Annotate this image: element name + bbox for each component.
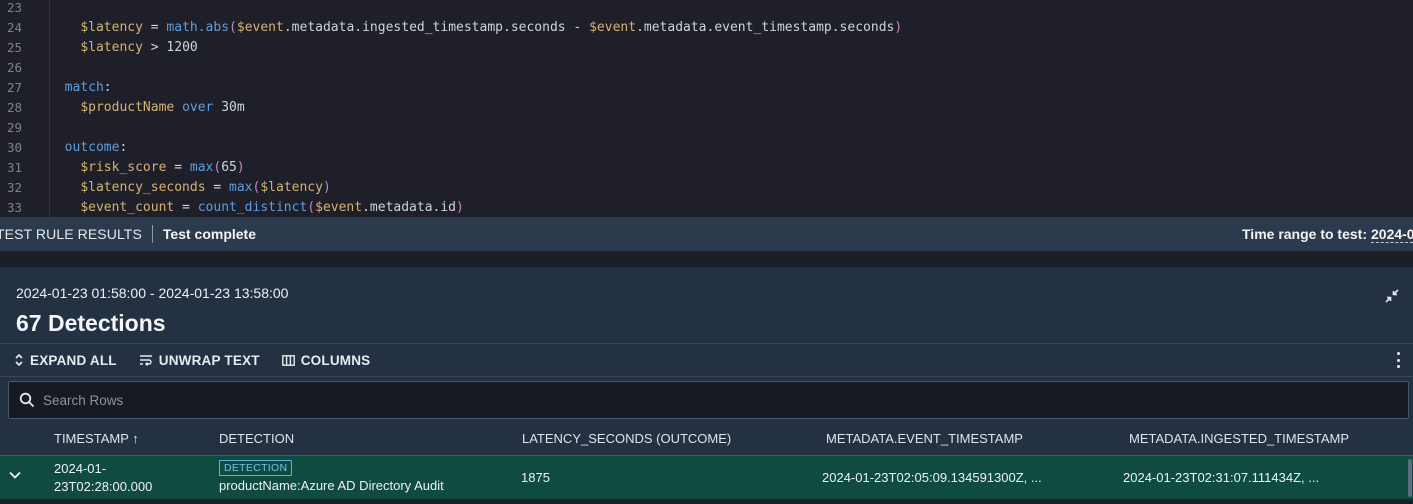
columns-button[interactable]: COLUMNS: [281, 352, 371, 368]
results-toolbar: EXPAND ALL UNWRAP TEXT COLUMNS: [0, 343, 1413, 377]
code-line[interactable]: 26: [0, 58, 1413, 78]
line-number: 27: [7, 80, 23, 95]
code-text: $event_count = count_distinct($event.met…: [80, 200, 464, 215]
test-results-bar: TEST RULE RESULTS Test complete Time ran…: [0, 217, 1413, 251]
timestamp-line-1: 2024-01-: [54, 461, 107, 476]
cell-latency-seconds: 1875: [521, 470, 550, 485]
detections-count-title: 67 Detections: [16, 310, 166, 336]
unwrap-text-label: UNWRAP TEXT: [158, 352, 260, 368]
search-rows-box[interactable]: [8, 381, 1409, 419]
chevron-down-icon[interactable]: [8, 470, 22, 480]
divider: [151, 225, 153, 243]
line-number: 32: [7, 180, 23, 195]
collapse-panel-button[interactable]: [1383, 287, 1401, 305]
table-bottom-edge: [0, 499, 1413, 504]
cell-timestamp: 2024-01- 23T02:28:00.000: [54, 460, 152, 496]
detection-time-range: 2024-01-23 01:58:00 - 2024-01-23 13:58:0…: [16, 285, 289, 301]
cell-ingested-timestamp: 2024-01-23T02:31:07.111434Z, ...: [1123, 470, 1320, 485]
cell-event-timestamp: 2024-01-23T02:05:09.134591300Z, ...: [822, 470, 1042, 485]
code-text: $latency_seconds = max($latency): [80, 180, 331, 195]
line-number: 28: [7, 100, 23, 115]
timestamp-line-2: 23T02:28:00.000: [54, 479, 153, 494]
table-header: TIMESTAMP ↑ DETECTION LATENCY_SECONDS (O…: [0, 425, 1413, 455]
test-status: Test complete: [162, 226, 256, 242]
code-line[interactable]: 27 match:: [0, 78, 1413, 98]
code-line[interactable]: 25 $latency > 1200: [0, 38, 1413, 58]
wrap-text-icon: [139, 355, 152, 366]
time-range-value[interactable]: 2024-01-23: [1371, 226, 1413, 243]
rule-code-editor[interactable]: 23 24 $latency = math.abs($event.metadata…: [0, 0, 1413, 217]
code-text: outcome:: [64, 140, 128, 155]
search-icon: [19, 392, 35, 408]
code-text: $productName over 30m: [80, 100, 245, 115]
code-line[interactable]: 30 outcome:: [0, 138, 1413, 158]
column-header-detection[interactable]: DETECTION: [219, 431, 294, 446]
line-number: 31: [7, 160, 23, 175]
table-row[interactable]: 2024-01- 23T02:28:00.000 DETECTION produ…: [0, 455, 1413, 499]
code-line[interactable]: 29: [0, 118, 1413, 138]
search-rows-input[interactable]: [43, 392, 1343, 408]
cell-detection: DETECTION productName:Azure AD Directory…: [219, 459, 444, 493]
code-line[interactable]: 32 $latency_seconds = max($latency): [0, 178, 1413, 198]
code-line[interactable]: 28 $productName over 30m: [0, 98, 1413, 118]
code-line[interactable]: 33 $event_count = count_distinct($event.…: [0, 198, 1413, 217]
line-number: 26: [7, 60, 23, 75]
code-line[interactable]: 24 $latency = math.abs($event.metadata.i…: [0, 18, 1413, 38]
code-line[interactable]: 23: [0, 0, 1413, 18]
expand-all-button[interactable]: EXPAND ALL: [14, 353, 117, 368]
columns-label: COLUMNS: [300, 352, 371, 368]
time-range-control[interactable]: Time range to test: 2024-01-23: [1242, 217, 1413, 251]
line-number: 25: [7, 40, 23, 55]
line-number: 24: [7, 20, 23, 35]
column-header-latency-seconds[interactable]: LATENCY_SECONDS (OUTCOME): [522, 431, 731, 446]
columns-icon: [281, 354, 295, 366]
scrollbar-thumb[interactable]: [1408, 459, 1412, 497]
time-range-label: Time range to test:: [1242, 226, 1367, 242]
code-text: $latency > 1200: [80, 40, 198, 55]
results-title: TEST RULE RESULTS: [0, 226, 142, 242]
detections-panel: 2024-01-23 01:58:00 - 2024-01-23 13:58:0…: [0, 267, 1413, 504]
column-header-event-timestamp[interactable]: METADATA.EVENT_TIMESTAMP: [826, 431, 1023, 446]
detection-text: productName:Azure AD Directory Audit: [219, 478, 444, 493]
detection-badge: DETECTION: [219, 460, 293, 476]
line-number: 33: [7, 200, 23, 215]
spacer: [0, 251, 1413, 267]
code-text: $risk_score = max(65): [80, 160, 245, 175]
expand-collapse-icon: [15, 353, 23, 367]
collapse-icon: [1385, 289, 1399, 303]
unwrap-text-button[interactable]: UNWRAP TEXT: [139, 353, 260, 368]
line-number: 29: [7, 120, 23, 135]
column-header-ingested-timestamp[interactable]: METADATA.INGESTED_TIMESTAMP: [1129, 431, 1349, 446]
code-line[interactable]: 31 $risk_score = max(65): [0, 158, 1413, 178]
more-options-icon[interactable]: [1395, 352, 1401, 368]
line-number: 30: [7, 140, 23, 155]
code-text: $latency = math.abs($event.metadata.inge…: [80, 20, 903, 35]
expand-all-label: EXPAND ALL: [30, 352, 117, 368]
line-number: 23: [7, 0, 23, 15]
code-text: match:: [64, 80, 112, 95]
column-header-timestamp[interactable]: TIMESTAMP ↑: [54, 431, 139, 446]
